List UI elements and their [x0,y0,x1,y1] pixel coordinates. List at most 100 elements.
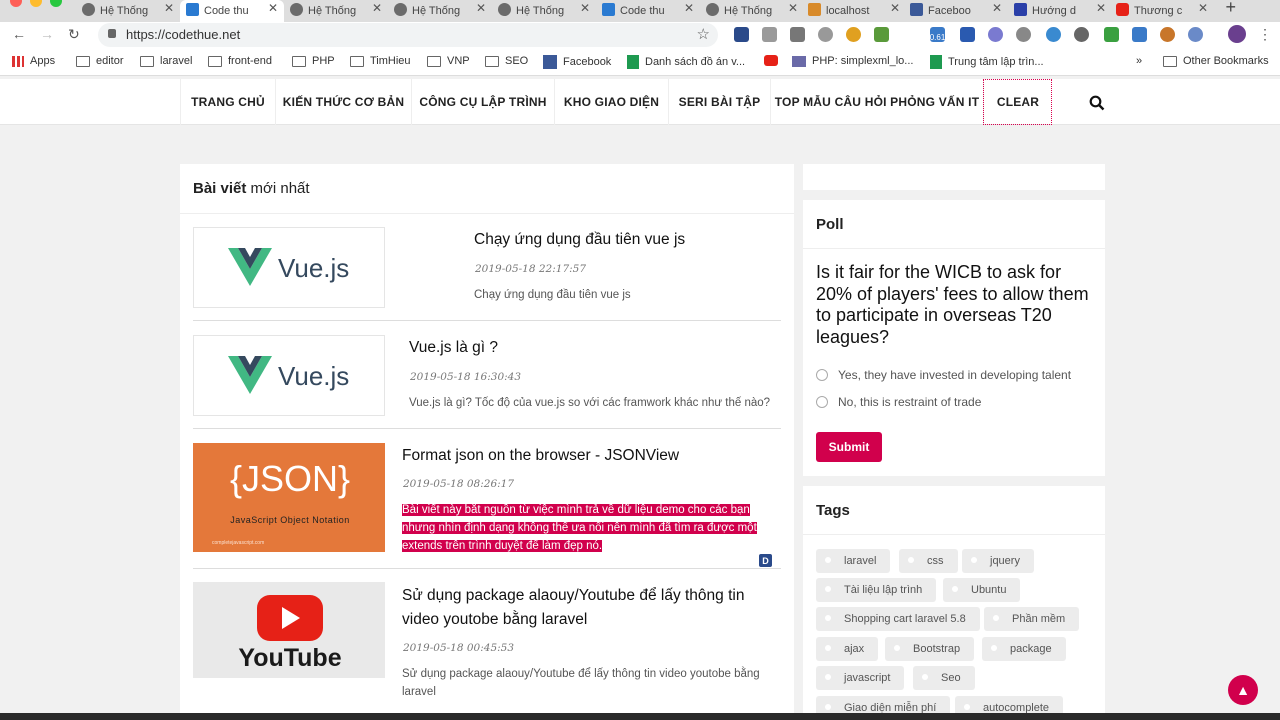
post-thumbnail[interactable]: Vue.js [193,335,385,416]
post-thumbnail[interactable]: Vue.js [193,227,385,308]
close-tab-icon[interactable]: ✕ [992,1,1002,15]
close-tab-icon[interactable]: ✕ [580,1,590,15]
tag-item[interactable]: Shopping cart laravel 5.8 [816,607,980,631]
close-window-button[interactable] [10,0,22,7]
other-bookmarks[interactable]: Other Bookmarks [1163,55,1269,67]
nav-home[interactable]: TRANG CHỦ [180,79,275,125]
bookmark-folder[interactable]: front-end [208,55,272,67]
close-tab-icon[interactable]: ✕ [684,1,694,15]
bookmark-facebook[interactable]: Facebook [543,55,611,69]
extension-feather-icon[interactable] [1104,27,1119,42]
extension-settings-icon[interactable] [988,27,1003,42]
reload-icon[interactable]: ↻ [68,26,80,43]
browser-tab[interactable]: Thương c ✕ [1110,0,1214,22]
extension-camera-icon[interactable] [762,27,777,42]
tag-item[interactable]: Tài liệu lập trình [816,578,937,602]
extension-globe-icon[interactable] [1046,27,1061,42]
nav-interview-questions[interactable]: TOP MẪU CÂU HỎI PHỎNG VẤN IT [770,79,983,125]
close-tab-icon[interactable]: ✕ [788,1,798,15]
tag-item[interactable]: ajax [816,637,879,661]
bookmark-apps[interactable]: Apps [12,55,55,67]
bookmarks-overflow-button[interactable]: » [1136,55,1142,67]
extension-recycle-icon[interactable] [790,27,805,42]
extension-d-icon[interactable] [734,27,749,42]
back-arrow-icon[interactable]: ← [12,26,26,42]
extension-gear-icon[interactable] [818,27,833,42]
tag-item[interactable]: css [899,549,958,573]
radio-button[interactable] [816,396,828,408]
poll-option[interactable]: Yes, they have invested in developing ta… [816,368,1071,382]
nav-programming-tools[interactable]: CÔNG CỤ LẬP TRÌNH [411,79,554,125]
tag-item[interactable]: jquery [962,549,1034,573]
bookmark-sheets[interactable]: Danh sách đồ án v... [627,55,745,69]
bookmark-folder[interactable]: editor [76,55,124,67]
scroll-to-top-button[interactable]: ▲ [1228,675,1258,705]
omnibox[interactable]: https://codethue.net ☆ [98,23,718,47]
extension-acorn-icon[interactable] [1160,27,1175,42]
tag-item[interactable]: Bootstrap [885,637,975,661]
dictionary-d-icon[interactable]: D [759,554,772,567]
poll-option[interactable]: No, this is restraint of trade [816,395,981,409]
nav-clear[interactable]: CLEAR [983,79,1052,125]
close-tab-icon[interactable]: ✕ [372,1,382,15]
bookmark-folder[interactable]: VNP [427,55,470,67]
extension-flower-icon[interactable] [846,27,861,42]
extension-window-icon[interactable] [1132,27,1147,42]
close-tab-icon[interactable]: ✕ [164,1,174,15]
radio-button[interactable] [816,369,828,381]
browser-tab[interactable]: localhost ✕ [802,0,906,22]
extension-grid-icon[interactable] [960,27,975,42]
post-thumbnail[interactable]: {JSON} JavaScript Object Notation comple… [193,443,385,552]
browser-tab[interactable]: Hệ Thống ✕ [76,0,180,22]
bookmark-php[interactable]: PHP: simplexml_lo... [792,55,913,67]
extension-link-icon[interactable] [1016,27,1031,42]
browser-tab[interactable]: Hệ Thống ✕ [388,0,492,22]
extension-swirl-icon[interactable] [1188,27,1203,42]
tag-item[interactable]: Ubuntu [943,578,1021,602]
bookmark-star-icon[interactable]: ☆ [697,25,710,43]
browser-tab[interactable]: Hệ Thống ✕ [700,0,804,22]
post-thumbnail[interactable]: YouTube [193,582,385,678]
extension-play-icon[interactable] [1074,27,1089,42]
browser-tab[interactable]: Hệ Thống ✕ [284,0,388,22]
bookmark-folder[interactable]: PHP [292,55,335,67]
close-tab-icon[interactable]: ✕ [1198,1,1208,15]
browser-tab[interactable]: Code thu ✕ [596,0,700,22]
profile-avatar[interactable] [1228,25,1246,43]
browser-tab[interactable]: Hệ Thống ✕ [492,0,596,22]
search-icon[interactable] [1089,95,1105,111]
bookmark-folder[interactable]: TimHieu [350,55,411,67]
poll-submit-button[interactable]: Submit [816,432,882,462]
bookmark-folder[interactable]: SEO [485,55,528,67]
browser-tab[interactable]: Hướng d ✕ [1008,0,1112,22]
browser-tab-active[interactable]: Code thu ✕ [180,0,284,22]
minimize-window-button[interactable] [30,0,42,7]
extension-chart-icon[interactable] [874,27,889,42]
menu-kebab-icon[interactable]: ⋮ [1258,26,1272,43]
bookmark-folder[interactable]: laravel [140,55,192,67]
post-title[interactable]: Format json on the browser - JSONView [402,447,679,465]
nav-themes[interactable]: KHO GIAO DIỆN [554,79,668,125]
tag-item[interactable]: Seo [913,666,975,690]
browser-tab[interactable]: Faceboo ✕ [904,0,1008,22]
extension-badge-icon[interactable]: 0.61 [930,27,945,42]
tag-item[interactable]: laravel [816,549,891,573]
zoom-window-button[interactable] [50,0,62,7]
close-tab-icon[interactable]: ✕ [268,1,278,15]
close-tab-icon[interactable]: ✕ [476,1,486,15]
nav-basic-knowledge[interactable]: KIẾN THỨC CƠ BẢN [275,79,411,125]
forward-arrow-icon[interactable]: → [40,26,54,42]
tag-item[interactable]: package [982,637,1066,661]
nav-exercises[interactable]: SERI BÀI TẬP [668,79,770,125]
tag-item[interactable]: Phần mềm [984,607,1080,631]
bookmark-sheets[interactable]: Trung tâm lập trìn... [930,55,1044,69]
bookmark-youtube[interactable] [764,55,784,66]
post-title[interactable]: Chạy ứng dụng đầu tiên vue js [474,231,685,249]
post-title[interactable]: Vue.js là gì ? [409,339,498,357]
close-tab-icon[interactable]: ✕ [1096,1,1106,15]
new-tab-button[interactable]: + [1225,0,1236,18]
url-text[interactable]: https://codethue.net [126,27,240,42]
post-title[interactable]: Sử dụng package alaouy/Youtube để lấy th… [402,584,772,632]
tag-item[interactable]: javascript [816,666,905,690]
close-tab-icon[interactable]: ✕ [890,1,900,15]
